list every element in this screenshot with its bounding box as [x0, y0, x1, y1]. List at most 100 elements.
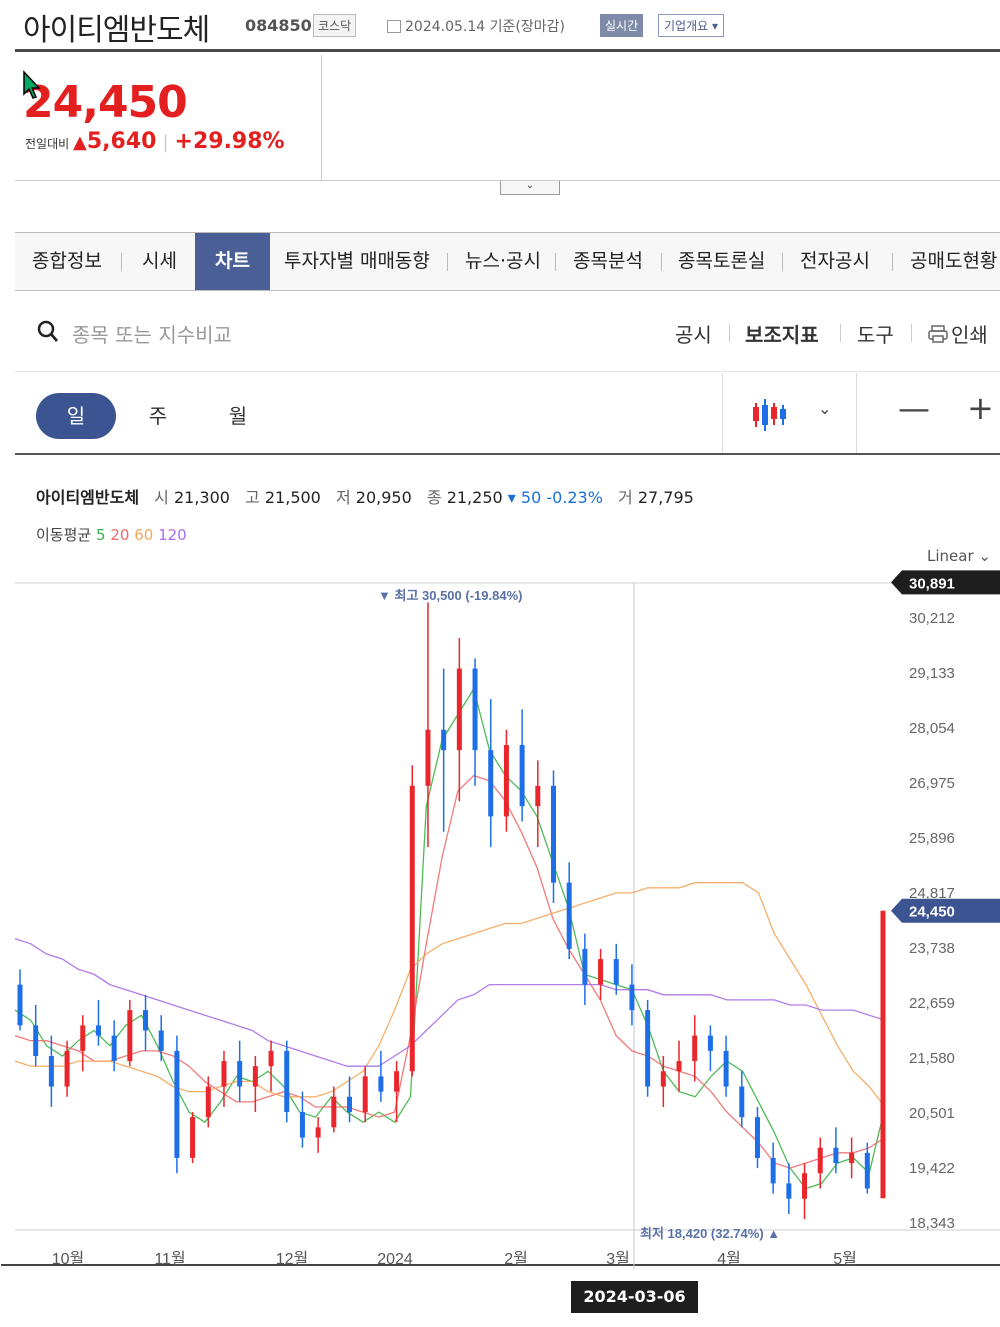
- ma-label: 이동평균: [36, 526, 92, 544]
- compare-search-input[interactable]: 종목 또는 지수비교: [72, 319, 232, 348]
- candle-body: [519, 745, 525, 807]
- candle-body: [221, 1061, 227, 1087]
- candle-body: [723, 1050, 729, 1087]
- diff-value: ▾ 50 -0.23%: [507, 488, 603, 507]
- tab-disclosure[interactable]: 전자공시: [800, 233, 870, 290]
- high-value: 21,500: [264, 488, 321, 507]
- candle-body: [849, 1152, 855, 1164]
- chevron-down-icon[interactable]: ⌄: [818, 399, 831, 418]
- y-tick-label: 28,054: [909, 720, 955, 737]
- y-tick-label: 25,896: [909, 830, 955, 847]
- tab-investor-trend[interactable]: 투자자별 매매동향: [284, 233, 430, 290]
- candle-body: [582, 948, 588, 985]
- candle-body: [880, 910, 886, 1199]
- zoom-out-button[interactable]: —: [898, 389, 930, 427]
- candle-body: [174, 1050, 180, 1158]
- candle-body: [268, 1050, 274, 1067]
- zoom-in-button[interactable]: +: [967, 389, 994, 427]
- tab-price[interactable]: 시세: [142, 233, 177, 290]
- tab-separator: [121, 253, 122, 271]
- candle-body: [347, 1096, 353, 1113]
- candle-body: [676, 1061, 682, 1072]
- candlestick-chart-icon[interactable]: [750, 395, 790, 435]
- candle-body: [566, 882, 572, 949]
- divider: [840, 324, 841, 342]
- tab-chart[interactable]: 차트: [195, 233, 270, 290]
- tab-discussion[interactable]: 종목토론실: [678, 233, 765, 290]
- tab-news[interactable]: 뉴스·공시: [465, 233, 541, 290]
- chart-toolbar: 종목 또는 지수비교 공시 보조지표 도구 인쇄: [15, 292, 1000, 372]
- ma5-legend[interactable]: 5: [96, 526, 106, 544]
- tab-summary[interactable]: 종합정보: [32, 233, 102, 290]
- period-month-button[interactable]: 월: [223, 393, 253, 439]
- candle-body: [252, 1066, 258, 1087]
- candle-body: [143, 1010, 149, 1031]
- tab-analysis[interactable]: 종목분석: [573, 233, 643, 290]
- moving-average-legend: 이동평균 5 20 60 120: [36, 524, 187, 545]
- candle-body: [754, 1117, 760, 1158]
- realtime-button[interactable]: 실시간: [600, 14, 644, 37]
- candle-body: [645, 1010, 651, 1087]
- period-week-button[interactable]: 주: [143, 393, 173, 439]
- change-rate: +29.98%: [174, 129, 285, 154]
- candle-body: [17, 984, 23, 1026]
- x-tick-label: 2월: [504, 1250, 528, 1268]
- company-overview-button[interactable]: 기업개요 ▾: [658, 14, 724, 37]
- close-label: 종: [426, 488, 442, 507]
- close-value: 21,250: [446, 488, 503, 507]
- crosshair-date: 2024-03-06: [571, 1281, 698, 1313]
- chevron-down-icon: ⌄: [978, 547, 991, 565]
- divider: [729, 324, 730, 342]
- calendar-icon: [387, 20, 401, 33]
- y-tick-label: 22,659: [909, 995, 955, 1012]
- candle-body: [456, 668, 462, 751]
- y-tick-label: 18,343: [909, 1215, 955, 1232]
- candle-body: [864, 1152, 870, 1189]
- divider: [856, 373, 857, 453]
- stock-header: 아이티엠반도체 084850 코스닥 2024.05.14 기준(장마감) 실시…: [15, 0, 1000, 52]
- x-tick-label: 4월: [717, 1250, 741, 1268]
- price-chart[interactable]: 30,21229,13328,05426,97525,89624,81723,7…: [0, 570, 1000, 1281]
- candle-body: [205, 1086, 211, 1118]
- candle-body: [739, 1086, 745, 1118]
- ma60-legend[interactable]: 60: [134, 526, 153, 544]
- print-label: 인쇄: [951, 323, 988, 347]
- tab-short-selling[interactable]: 공매도현황: [910, 233, 997, 290]
- tools-button[interactable]: 도구: [857, 319, 894, 348]
- expand-chevron-icon[interactable]: ⌄: [500, 181, 560, 195]
- candle-body: [786, 1183, 792, 1199]
- candle-body: [409, 785, 415, 1072]
- main-tabs: 종합정보 시세 차트 투자자별 매매동향 뉴스·공시 종목분석 종목토론실 전자…: [15, 232, 1000, 291]
- indicator-button[interactable]: 보조지표: [745, 319, 819, 348]
- divider: [722, 373, 723, 453]
- stock-name: 아이티엠반도체: [23, 13, 210, 48]
- open-value: 21,300: [173, 488, 230, 507]
- x-tick-label: 3월: [606, 1250, 630, 1268]
- volume-value: 27,795: [637, 488, 694, 507]
- candle-body: [284, 1050, 290, 1113]
- x-tick-label: 2024: [377, 1251, 413, 1268]
- tab-separator: [555, 253, 556, 271]
- candle-body: [472, 668, 478, 751]
- scale-select[interactable]: Linear ⌄: [927, 547, 991, 565]
- print-button[interactable]: 인쇄: [928, 319, 988, 348]
- change-value: 5,640: [86, 129, 157, 154]
- y-tick-label: 20,501: [909, 1105, 955, 1122]
- divider: [911, 324, 912, 342]
- price-change: 전일대비 ▲5,640 | +29.98%: [25, 129, 285, 154]
- candle-body: [817, 1147, 823, 1174]
- y-tick-label: 26,975: [909, 775, 955, 792]
- search-icon[interactable]: [37, 320, 59, 344]
- tab-separator: [447, 253, 448, 271]
- candle-body: [64, 1050, 70, 1087]
- period-day-button[interactable]: 일: [36, 393, 116, 439]
- candle-body: [550, 785, 556, 883]
- disclosure-toggle[interactable]: 공시: [675, 319, 712, 348]
- y-tick-label: 29,133: [909, 665, 955, 682]
- candle-body: [707, 1035, 713, 1051]
- ma20-legend[interactable]: 20: [110, 526, 129, 544]
- candle-body: [425, 729, 431, 786]
- y-tick-label: 19,422: [909, 1160, 955, 1177]
- ma120-legend[interactable]: 120: [158, 526, 187, 544]
- candle-body: [488, 750, 494, 817]
